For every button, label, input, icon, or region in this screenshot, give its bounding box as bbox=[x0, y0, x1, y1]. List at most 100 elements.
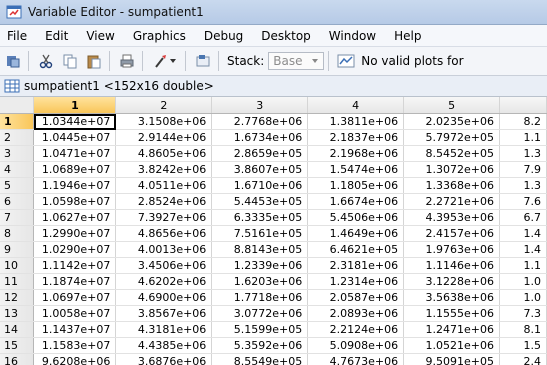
table-cell[interactable]: 8.5549e+05 bbox=[211, 353, 309, 365]
table-cell[interactable]: 4.0013e+06 bbox=[115, 241, 213, 258]
row-header[interactable]: 1 bbox=[0, 113, 35, 130]
table-cell[interactable]: 2.0235e+06 bbox=[403, 113, 501, 130]
table-cell[interactable]: 2.2721e+06 bbox=[403, 193, 501, 210]
import-data-button[interactable] bbox=[2, 50, 24, 72]
row-header[interactable]: 8 bbox=[0, 225, 35, 242]
table-cell[interactable]: 2.4157e+06 bbox=[403, 225, 501, 242]
table-cell[interactable]: 7.9 bbox=[499, 161, 547, 178]
print-button[interactable] bbox=[116, 50, 138, 72]
table-cell[interactable]: 1.0 bbox=[499, 273, 547, 290]
table-cell[interactable]: 1.6734e+06 bbox=[211, 129, 309, 146]
table-cell[interactable]: 5.4453e+05 bbox=[211, 193, 309, 210]
table-cell[interactable]: 4.3181e+06 bbox=[115, 321, 213, 338]
table-cell[interactable]: 1.4649e+06 bbox=[307, 225, 405, 242]
table-cell[interactable]: 5.3592e+06 bbox=[211, 337, 309, 354]
table-cell[interactable]: 1.1 bbox=[499, 129, 547, 146]
table-cell[interactable]: 1.0290e+07 bbox=[33, 241, 117, 258]
table-cell[interactable]: 8.1 bbox=[499, 321, 547, 338]
cut-button[interactable] bbox=[35, 50, 57, 72]
table-cell[interactable]: 2.0893e+06 bbox=[307, 305, 405, 322]
table-cell[interactable]: 2.1968e+06 bbox=[307, 145, 405, 162]
table-cell[interactable]: 3.5638e+06 bbox=[403, 289, 501, 306]
table-cell[interactable]: 1.6203e+06 bbox=[211, 273, 309, 290]
row-header[interactable]: 14 bbox=[0, 321, 35, 338]
column-header[interactable]: 1 bbox=[33, 97, 117, 114]
menu-desktop[interactable]: Desktop bbox=[253, 29, 321, 43]
table-cell[interactable]: 1.1437e+07 bbox=[33, 321, 117, 338]
row-header[interactable]: 4 bbox=[0, 161, 35, 178]
table-cell[interactable]: 1.5474e+06 bbox=[307, 161, 405, 178]
table-cell[interactable]: 6.3335e+05 bbox=[211, 209, 309, 226]
table-cell[interactable]: 3.1228e+06 bbox=[403, 273, 501, 290]
row-header[interactable]: 6 bbox=[0, 193, 35, 210]
table-cell[interactable]: 1.0445e+07 bbox=[33, 129, 117, 146]
table-cell[interactable]: 1.2990e+07 bbox=[33, 225, 117, 242]
table-cell[interactable]: 2.8524e+06 bbox=[115, 193, 213, 210]
table-cell[interactable]: 3.4506e+06 bbox=[115, 257, 213, 274]
table-cell[interactable]: 3.6876e+06 bbox=[115, 353, 213, 365]
table-cell[interactable]: 2.8659e+05 bbox=[211, 145, 309, 162]
table-cell[interactable]: 1.2314e+06 bbox=[307, 273, 405, 290]
menu-graphics[interactable]: Graphics bbox=[125, 29, 196, 43]
table-cell[interactable]: 9.5091e+05 bbox=[403, 353, 501, 365]
copy-button[interactable] bbox=[59, 50, 81, 72]
table-cell[interactable]: 3.8607e+05 bbox=[211, 161, 309, 178]
table-cell[interactable]: 1.2339e+06 bbox=[211, 257, 309, 274]
table-cell[interactable]: 3.8567e+06 bbox=[115, 305, 213, 322]
brush-button[interactable] bbox=[149, 50, 181, 72]
row-header[interactable]: 9 bbox=[0, 241, 35, 258]
table-cell[interactable]: 1.7718e+06 bbox=[211, 289, 309, 306]
table-cell[interactable]: 8.5452e+05 bbox=[403, 145, 501, 162]
table-cell[interactable]: 8.8143e+05 bbox=[211, 241, 309, 258]
table-cell[interactable]: 1.0 bbox=[499, 289, 547, 306]
table-cell[interactable]: 7.5161e+05 bbox=[211, 225, 309, 242]
table-cell[interactable]: 1.1583e+07 bbox=[33, 337, 117, 354]
table-cell[interactable]: 7.3927e+06 bbox=[115, 209, 213, 226]
table-cell[interactable]: 4.0511e+06 bbox=[115, 177, 213, 194]
table-cell[interactable]: 2.4 bbox=[499, 353, 547, 365]
plot-selector-button[interactable] bbox=[335, 50, 357, 72]
table-cell[interactable]: 1.3811e+06 bbox=[307, 113, 405, 130]
table-cell[interactable]: 2.7768e+06 bbox=[211, 113, 309, 130]
row-header[interactable]: 5 bbox=[0, 177, 35, 194]
table-cell[interactable]: 1.3368e+06 bbox=[403, 177, 501, 194]
new-figure-button[interactable] bbox=[192, 50, 214, 72]
menu-file[interactable]: File bbox=[0, 29, 37, 43]
table-cell[interactable]: 4.8605e+06 bbox=[115, 145, 213, 162]
column-header[interactable]: 3 bbox=[211, 97, 309, 114]
table-cell[interactable]: 1.1 bbox=[499, 257, 547, 274]
table-cell[interactable]: 1.6674e+06 bbox=[307, 193, 405, 210]
table-cell[interactable]: 6.4621e+05 bbox=[307, 241, 405, 258]
table-cell[interactable]: 2.3181e+06 bbox=[307, 257, 405, 274]
table-cell[interactable]: 1.1805e+06 bbox=[307, 177, 405, 194]
table-cell[interactable]: 1.2471e+06 bbox=[403, 321, 501, 338]
table-cell[interactable]: 1.9763e+06 bbox=[403, 241, 501, 258]
table-cell[interactable]: 1.1146e+06 bbox=[403, 257, 501, 274]
row-header[interactable]: 7 bbox=[0, 209, 35, 226]
row-header[interactable]: 11 bbox=[0, 273, 35, 290]
row-header[interactable]: 10 bbox=[0, 257, 35, 274]
table-cell[interactable]: 2.9144e+06 bbox=[115, 129, 213, 146]
table-cell[interactable]: 5.1599e+05 bbox=[211, 321, 309, 338]
table-cell[interactable]: 3.8242e+06 bbox=[115, 161, 213, 178]
row-header[interactable]: 12 bbox=[0, 289, 35, 306]
table-cell[interactable]: 1.0058e+07 bbox=[33, 305, 117, 322]
table-cell[interactable]: 4.3953e+06 bbox=[403, 209, 501, 226]
column-header[interactable] bbox=[499, 97, 547, 114]
table-cell[interactable]: 1.0627e+07 bbox=[33, 209, 117, 226]
table-cell[interactable]: 8.2 bbox=[499, 113, 547, 130]
table-cell[interactable]: 1.0521e+06 bbox=[403, 337, 501, 354]
table-cell[interactable]: 9.6208e+06 bbox=[33, 353, 117, 365]
table-cell[interactable]: 2.2124e+06 bbox=[307, 321, 405, 338]
table-cell[interactable]: 1.4 bbox=[499, 241, 547, 258]
table-cell[interactable]: 3.0772e+06 bbox=[211, 305, 309, 322]
table-cell[interactable]: 1.5 bbox=[499, 337, 547, 354]
table-cell[interactable]: 1.3 bbox=[499, 177, 547, 194]
variable-tab[interactable]: sumpatient1 <152x16 double> bbox=[0, 76, 547, 97]
menu-edit[interactable]: Edit bbox=[37, 29, 78, 43]
menu-window[interactable]: Window bbox=[321, 29, 386, 43]
column-header[interactable]: 4 bbox=[307, 97, 405, 114]
table-cell[interactable]: 1.1555e+06 bbox=[403, 305, 501, 322]
table-cell[interactable]: 5.7972e+05 bbox=[403, 129, 501, 146]
table-cell[interactable]: 1.1946e+07 bbox=[33, 177, 117, 194]
